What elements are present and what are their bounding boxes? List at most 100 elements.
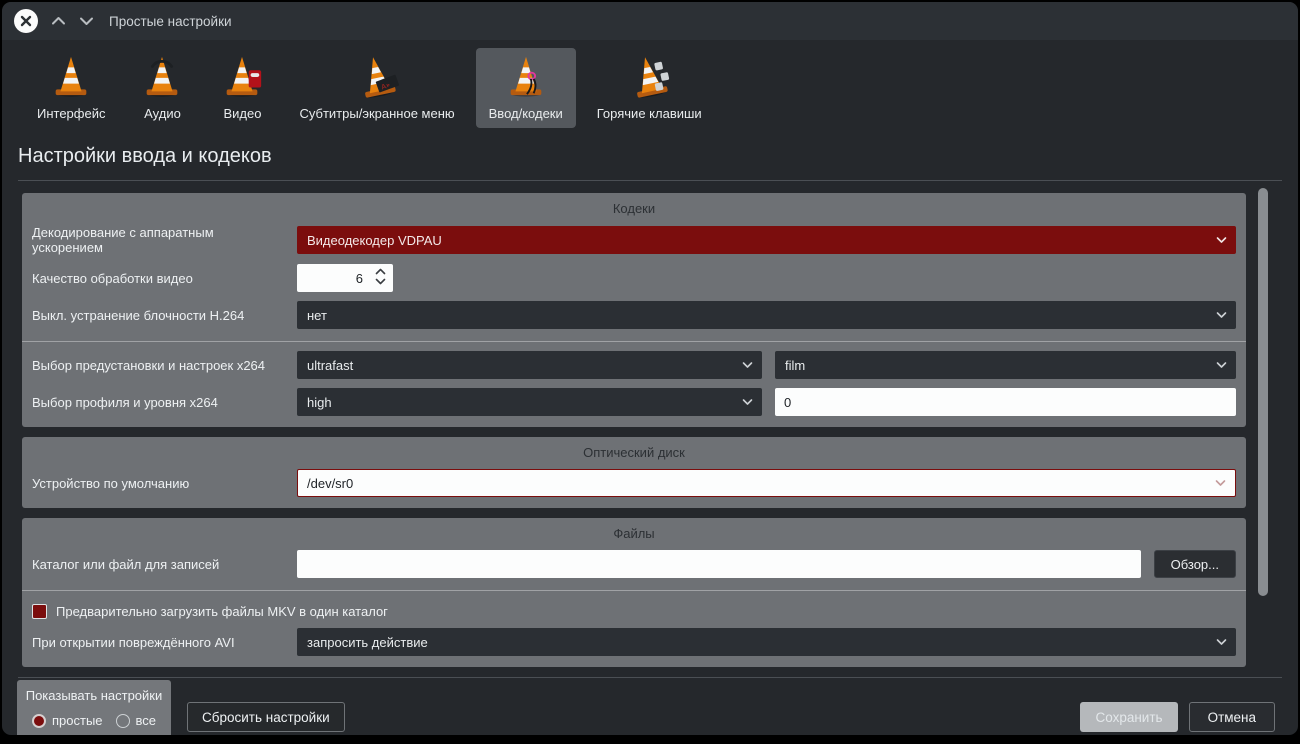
audio-icon	[139, 53, 185, 99]
chevron-down-icon	[1216, 639, 1227, 646]
tab-video[interactable]: Видео	[206, 48, 278, 128]
x264-preset-value: ultrafast	[307, 358, 353, 373]
hw-decoding-select[interactable]: Видеодекодер VDPAU	[297, 226, 1236, 254]
input-codecs-icon	[503, 53, 549, 99]
reset-settings-button[interactable]: Сбросить настройки	[187, 702, 345, 732]
hw-decoding-row: Декодирование с аппаратным ускорением Ви…	[32, 225, 1236, 255]
optical-disc-section: Оптический диск Устройство по умолчанию …	[22, 437, 1246, 508]
chevron-down-icon	[1216, 312, 1227, 319]
mkv-preload-row: Предварительно загрузить файлы MKV в оди…	[32, 604, 1236, 619]
tab-interface[interactable]: Интерфейс	[24, 48, 118, 128]
close-icon	[20, 15, 32, 27]
preferences-window: Простые настройки Интерфейс Аудио Видео	[2, 2, 1298, 735]
optical-section-title: Оптический диск	[32, 445, 1236, 460]
files-section-title: Файлы	[32, 526, 1236, 541]
preferences-toolbar: Интерфейс Аудио Видео A» Субтитры/экранн…	[2, 40, 1298, 130]
show-settings-label: Показывать настройки	[26, 688, 163, 703]
damaged-avi-row: При открытии повреждённого AVI запросить…	[32, 628, 1236, 656]
save-button[interactable]: Сохранить	[1080, 702, 1177, 732]
radio-simple[interactable]	[32, 714, 46, 728]
codecs-section-title: Кодеки	[32, 201, 1236, 216]
tab-label: Интерфейс	[37, 106, 105, 121]
x264-preset-row: Выбор предустановки и настроек x264 ultr…	[32, 351, 1236, 379]
titlebar: Простые настройки	[2, 2, 1298, 40]
radio-simple-option[interactable]: простые	[32, 713, 103, 728]
reset-settings-label: Сбросить настройки	[202, 710, 330, 725]
record-directory-input[interactable]	[297, 550, 1141, 578]
x264-tune-value: film	[785, 358, 805, 373]
radio-all-label: все	[136, 713, 157, 728]
x264-level-input[interactable]	[775, 388, 1236, 416]
tab-label: Ввод/кодеки	[489, 106, 563, 121]
tab-label: Аудио	[144, 106, 181, 121]
damaged-avi-value: запросить действие	[307, 635, 428, 650]
hotkeys-icon	[622, 49, 677, 104]
codecs-divider	[22, 341, 1246, 342]
collapse-down-button[interactable]	[79, 16, 94, 26]
chevron-down-icon	[1216, 362, 1227, 369]
h264-deblocking-value: нет	[307, 308, 327, 323]
x264-preset-select[interactable]: ultrafast	[297, 351, 762, 379]
mkv-preload-checkbox[interactable]	[32, 604, 47, 619]
save-button-label: Сохранить	[1095, 710, 1162, 725]
record-directory-label: Каталог или файл для записей	[32, 557, 297, 572]
video-icon	[219, 53, 265, 99]
tab-subtitles[interactable]: A» Субтитры/экранное меню	[286, 48, 467, 128]
default-device-row: Устройство по умолчанию /dev/sr0	[32, 469, 1236, 497]
radio-all[interactable]	[116, 714, 130, 728]
hw-decoding-label: Декодирование с аппаратным ускорением	[32, 225, 297, 255]
x264-tune-select[interactable]: film	[775, 351, 1236, 379]
tab-input-codecs[interactable]: Ввод/кодеки	[476, 48, 576, 128]
quality-label: Качество обработки видео	[32, 271, 297, 286]
subtitles-icon: A»	[350, 49, 405, 104]
x264-profile-label: Выбор профиля и уровня x264	[32, 395, 297, 410]
h264-deblocking-row: Выкл. устранение блочности H.264 нет	[32, 301, 1236, 329]
radio-all-option[interactable]: все	[116, 713, 157, 728]
cancel-button-label: Отмена	[1208, 710, 1256, 725]
chevron-down-icon	[1215, 480, 1226, 487]
default-device-combobox[interactable]: /dev/sr0	[297, 469, 1236, 497]
files-section: Файлы Каталог или файл для записей Обзор…	[22, 518, 1246, 667]
close-button[interactable]	[14, 9, 38, 33]
chevron-down-icon	[1216, 237, 1227, 244]
browse-button-label: Обзор...	[1171, 557, 1219, 572]
x264-preset-label: Выбор предустановки и настроек x264	[32, 358, 297, 373]
window-title: Простые настройки	[109, 14, 232, 29]
x264-profile-value: high	[307, 395, 332, 410]
spin-down-icon	[375, 278, 386, 285]
quality-row: Качество обработки видео	[32, 264, 1236, 292]
page-title: Настройки ввода и кодеков	[18, 145, 1298, 168]
spin-up-icon	[375, 268, 386, 275]
vertical-scrollbar-thumb[interactable]	[1258, 188, 1268, 596]
show-settings-group: Показывать настройки простые все	[17, 680, 171, 735]
h264-deblocking-select[interactable]: нет	[297, 301, 1236, 329]
quality-spinner[interactable]	[297, 264, 393, 292]
tab-label: Видео	[223, 106, 261, 121]
default-device-value: /dev/sr0	[307, 476, 353, 491]
tab-label: Горячие клавиши	[597, 106, 702, 121]
chevron-down-icon	[742, 362, 753, 369]
x264-profile-select[interactable]: high	[297, 388, 762, 416]
chevron-down-icon	[79, 16, 94, 26]
h264-deblocking-label: Выкл. устранение блочности H.264	[32, 308, 297, 323]
files-divider	[22, 590, 1246, 591]
collapse-up-button[interactable]	[51, 16, 66, 26]
mkv-preload-label: Предварительно загрузить файлы MKV в оди…	[56, 604, 388, 619]
footer: Показывать настройки простые все Сбросит…	[2, 678, 1298, 735]
settings-scroll-area: Кодеки Декодирование с аппаратным ускоре…	[2, 181, 1298, 667]
chevron-down-icon	[742, 399, 753, 406]
damaged-avi-label: При открытии повреждённого AVI	[32, 635, 297, 650]
spinner-arrows[interactable]	[375, 268, 386, 285]
tab-audio[interactable]: Аудио	[126, 48, 198, 128]
radio-simple-label: простые	[52, 713, 103, 728]
hw-decoding-value: Видеодекодер VDPAU	[307, 233, 442, 248]
cancel-button[interactable]: Отмена	[1189, 702, 1275, 732]
browse-button[interactable]: Обзор...	[1154, 550, 1236, 578]
default-device-label: Устройство по умолчанию	[32, 476, 297, 491]
x264-profile-row: Выбор профиля и уровня x264 high	[32, 388, 1236, 416]
tab-label: Субтитры/экранное меню	[299, 106, 454, 121]
interface-icon	[48, 53, 94, 99]
tab-hotkeys[interactable]: Горячие клавиши	[584, 48, 715, 128]
codecs-section: Кодеки Декодирование с аппаратным ускоре…	[22, 193, 1246, 427]
damaged-avi-select[interactable]: запросить действие	[297, 628, 1236, 656]
